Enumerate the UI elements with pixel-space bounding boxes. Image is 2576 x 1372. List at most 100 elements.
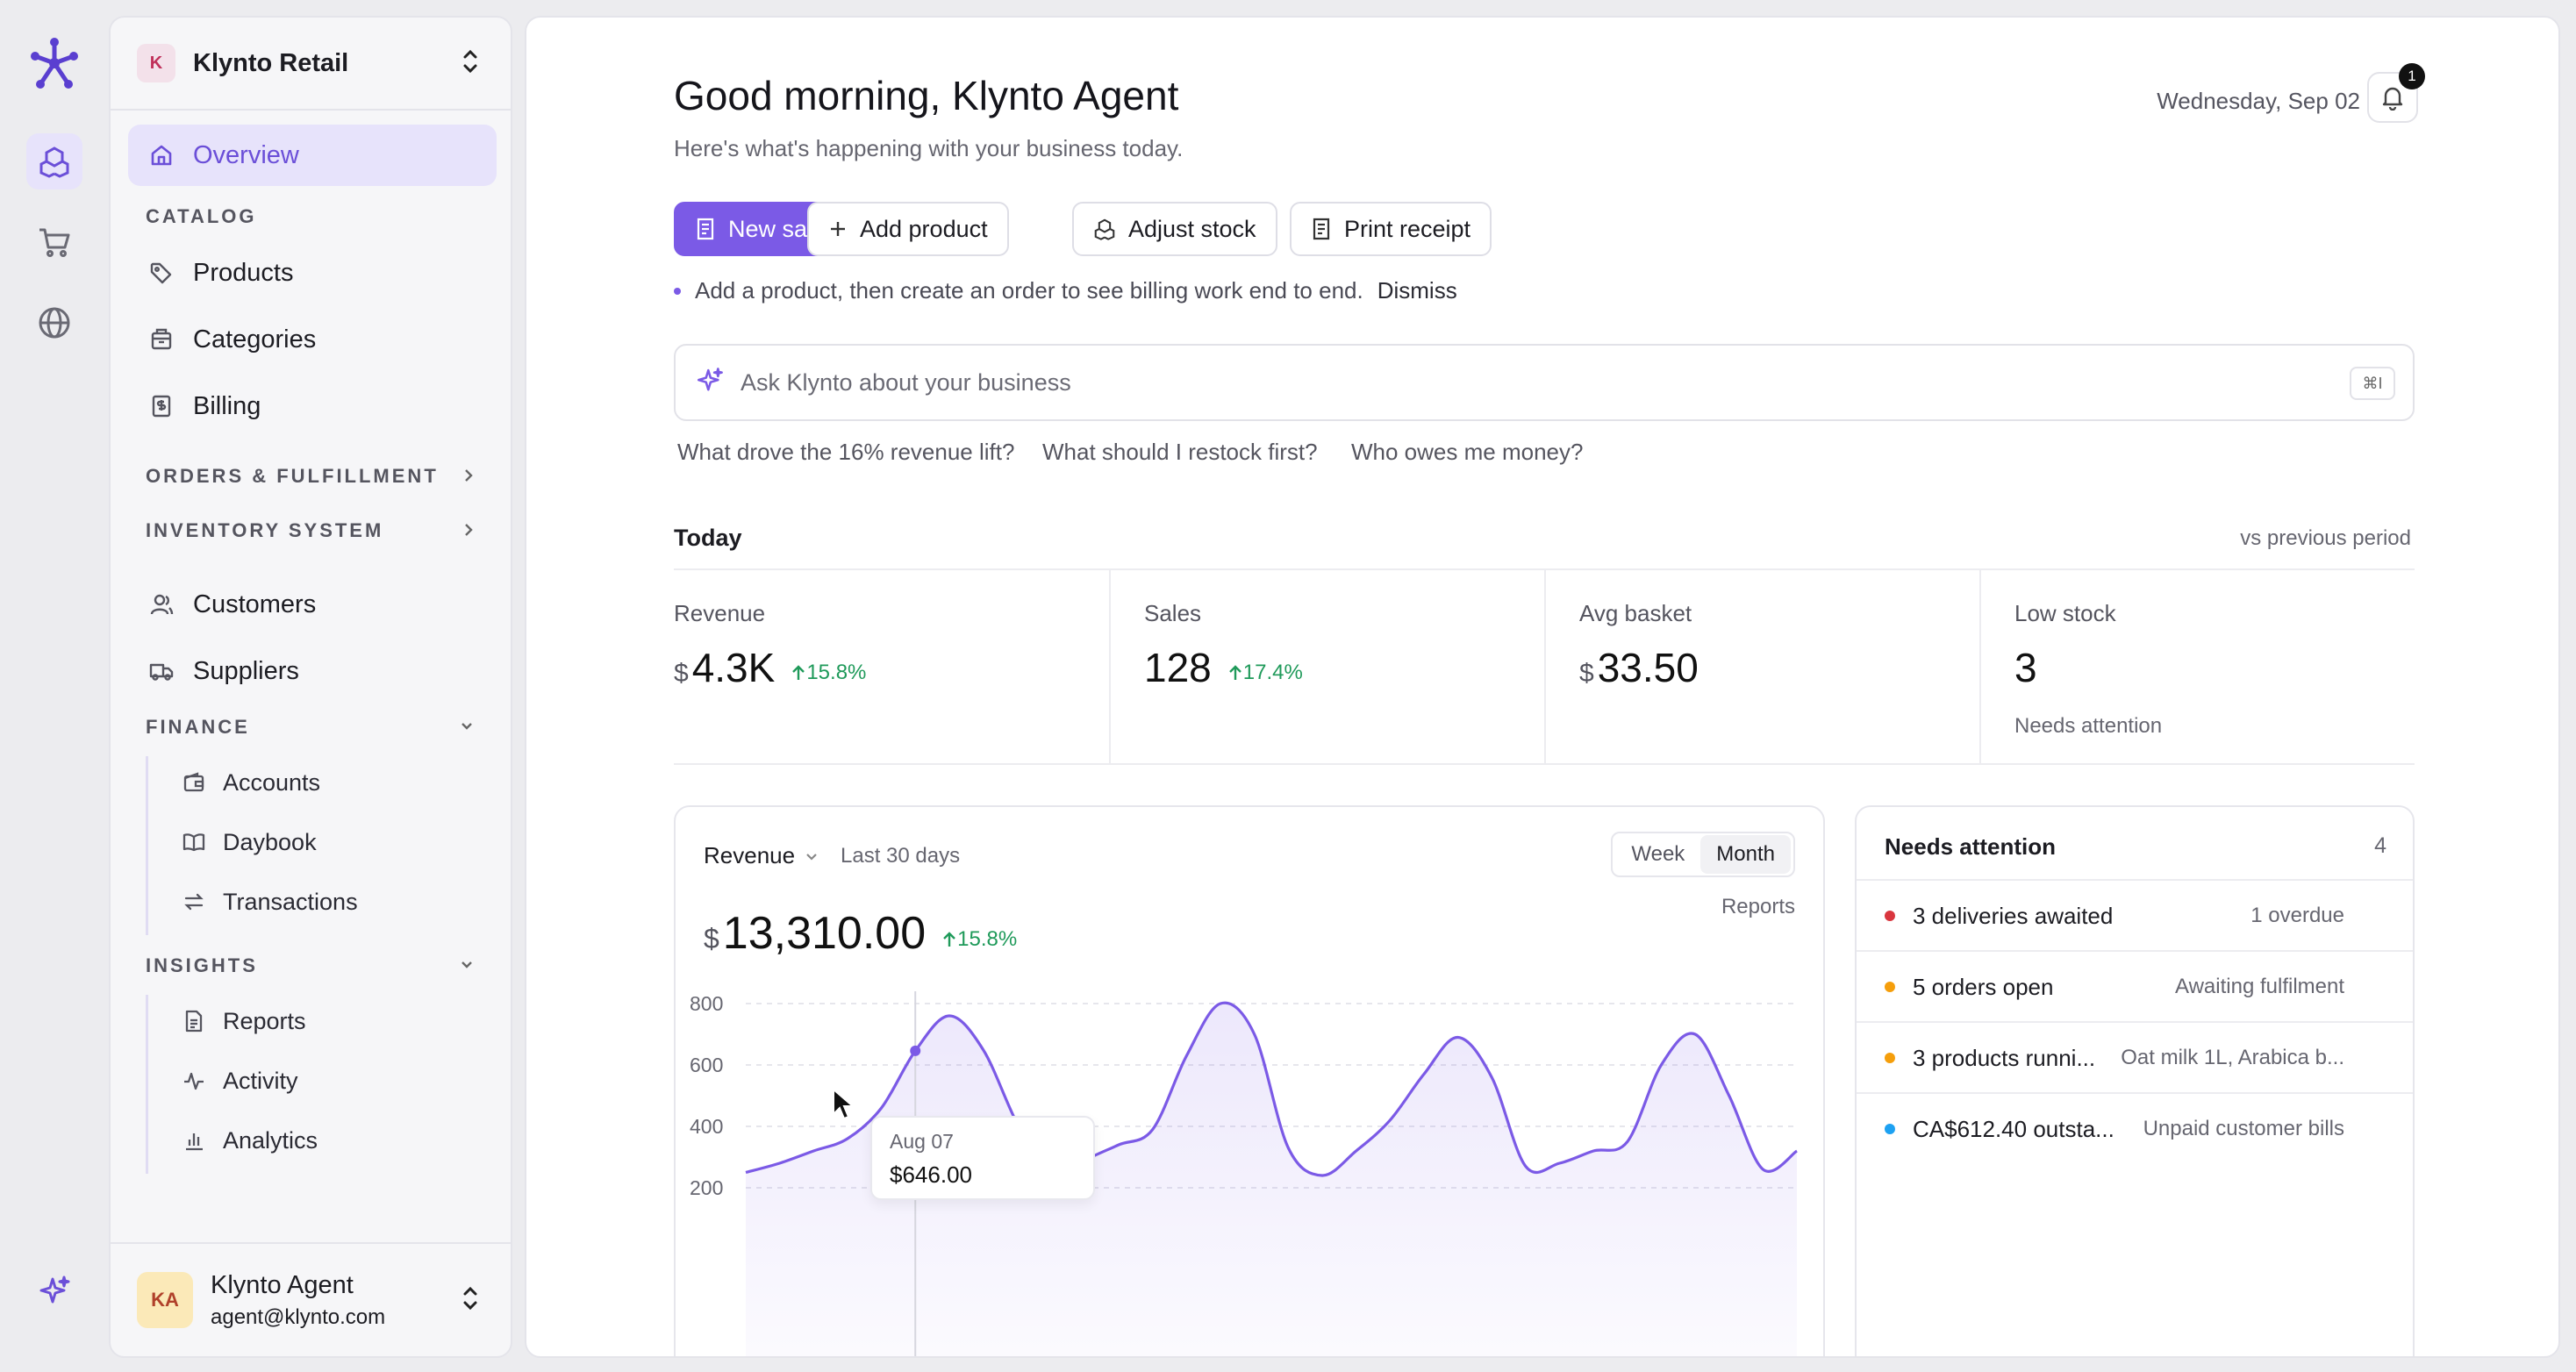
value-text: 128 bbox=[1144, 645, 1212, 690]
sidebar-item-suppliers[interactable]: Suppliers bbox=[128, 640, 497, 702]
revenue-card: Revenue Last 30 days Week Month Reports … bbox=[674, 805, 1825, 1358]
sidebar-item-overview[interactable]: Overview bbox=[128, 125, 497, 186]
kpi-label: Avg basket bbox=[1579, 600, 1692, 626]
truck-icon bbox=[147, 657, 175, 685]
revenue-delta: 15.8% bbox=[941, 927, 1017, 952]
status-dot bbox=[1885, 1124, 1895, 1134]
globe-icon[interactable] bbox=[26, 295, 82, 351]
attention-text: 3 products runni... bbox=[1913, 1044, 2096, 1071]
avatar: KA bbox=[137, 1272, 193, 1328]
attention-count: 4 bbox=[2374, 833, 2386, 858]
receipt-icon bbox=[695, 218, 716, 240]
sidebar-item-label: Accounts bbox=[223, 768, 321, 796]
sidebar-item-analytics[interactable]: Analytics bbox=[181, 1114, 318, 1167]
section-finance[interactable]: FINANCE bbox=[146, 716, 250, 739]
attention-item[interactable]: 3 products runni... Oat milk 1L, Arabica … bbox=[1857, 1021, 2413, 1093]
attention-item[interactable]: CA$612.40 outsta... Unpaid customer bills bbox=[1857, 1092, 2413, 1164]
ask-ai-input[interactable]: Ask Klynto about your business ⌘I bbox=[674, 344, 2415, 421]
attention-meta: Oat milk 1L, Arabica b... bbox=[2121, 1046, 2344, 1069]
hover-point bbox=[910, 1045, 921, 1056]
toggle-month[interactable]: Month bbox=[1700, 835, 1791, 874]
inventory-app-icon[interactable] bbox=[26, 133, 82, 189]
total-value: 13,310.00 bbox=[722, 908, 927, 959]
ai-sparkle-icon[interactable] bbox=[26, 1263, 82, 1319]
kpi-low-stock[interactable]: Low stock 3 Needs attention bbox=[2014, 570, 2415, 763]
revenue-chart[interactable]: 200 400 600 800 bbox=[676, 991, 1823, 1358]
app-logo-icon[interactable] bbox=[26, 35, 82, 91]
chevron-down-icon[interactable] bbox=[458, 954, 476, 980]
reports-link[interactable]: Reports bbox=[1721, 895, 1795, 919]
sidebar-item-accounts[interactable]: Accounts bbox=[181, 756, 320, 809]
dismiss-link[interactable]: Dismiss bbox=[1377, 277, 1457, 304]
currency-symbol: $ bbox=[704, 923, 719, 954]
sidebar-item-activity[interactable]: Activity bbox=[181, 1054, 298, 1107]
value-text: 3 bbox=[2014, 645, 2037, 690]
suggestion-chip[interactable]: Who owes me money? bbox=[1351, 439, 1583, 466]
document-icon bbox=[181, 1008, 207, 1034]
workspace-switcher[interactable]: K Klynto Retail bbox=[111, 18, 511, 111]
bar-chart-icon bbox=[181, 1127, 207, 1154]
print-receipt-button[interactable]: Print receipt bbox=[1290, 202, 1492, 256]
arrows-exchange-icon bbox=[181, 889, 207, 915]
section-label: FINANCE bbox=[146, 716, 250, 738]
receipt-icon bbox=[1311, 218, 1332, 240]
kpi-delta: 15.8% bbox=[791, 661, 866, 685]
button-label: Print receipt bbox=[1344, 215, 1471, 242]
attention-item[interactable]: 5 orders open Awaiting fulfilment bbox=[1857, 950, 2413, 1022]
chevron-right-icon[interactable] bbox=[462, 465, 476, 490]
kpi-subtext: Needs attention bbox=[2014, 714, 2163, 738]
cart-icon[interactable] bbox=[26, 214, 82, 270]
sidebar-item-transactions[interactable]: Transactions bbox=[181, 875, 358, 928]
delta-text: 15.8% bbox=[806, 661, 867, 684]
attention-item[interactable]: 3 deliveries awaited 1 overdue bbox=[1857, 879, 2413, 951]
section-inventory-system[interactable]: INVENTORY SYSTEM bbox=[146, 519, 383, 542]
section-catalog: CATALOG bbox=[146, 205, 257, 227]
range-label[interactable]: Last 30 days bbox=[841, 844, 960, 868]
user-menu[interactable]: KA Klynto Agent agent@klynto.com bbox=[111, 1242, 511, 1356]
sidebar: K Klynto Retail Overview CATALOG Product… bbox=[109, 16, 512, 1358]
chevron-right-icon[interactable] bbox=[462, 519, 476, 545]
hint-text: Add a product, then create an order to s… bbox=[695, 277, 1363, 304]
section-insights[interactable]: INSIGHTS bbox=[146, 954, 258, 977]
sidebar-item-customers[interactable]: Customers bbox=[128, 574, 497, 635]
sidebar-item-products[interactable]: Products bbox=[128, 242, 497, 304]
toggle-week[interactable]: Week bbox=[1615, 835, 1700, 874]
arrow-up-icon bbox=[1228, 665, 1241, 680]
attention-text: 3 deliveries awaited bbox=[1913, 902, 2114, 929]
compare-label: vs previous period bbox=[2240, 526, 2411, 550]
chevron-updown-icon[interactable] bbox=[460, 1284, 481, 1317]
chevron-down-icon[interactable] bbox=[458, 716, 476, 741]
attention-meta: Unpaid customer bills bbox=[2143, 1117, 2344, 1140]
chart-tooltip: Aug 07 $646.00 bbox=[870, 1116, 1095, 1200]
notifications-button[interactable]: 1 bbox=[2367, 63, 2425, 123]
kpi-avg-basket[interactable]: Avg basket $ 33.50 bbox=[1579, 570, 1979, 763]
sidebar-item-daybook[interactable]: Daybook bbox=[181, 816, 317, 868]
metric-selector[interactable]: Revenue bbox=[704, 842, 819, 869]
attention-text: 5 orders open bbox=[1913, 973, 2054, 1000]
kpi-revenue[interactable]: Revenue $ 4.3K 15.8% bbox=[674, 570, 1109, 763]
icon-rail bbox=[0, 0, 109, 1372]
chevron-updown-icon[interactable] bbox=[460, 47, 481, 80]
sidebar-item-categories[interactable]: Categories bbox=[128, 309, 497, 370]
sidebar-item-reports[interactable]: Reports bbox=[181, 995, 306, 1047]
y-tick-label: 200 bbox=[690, 1176, 723, 1199]
adjust-stock-button[interactable]: Adjust stock bbox=[1072, 202, 1277, 256]
sidebar-item-billing[interactable]: Billing bbox=[128, 375, 497, 437]
suggestion-chip[interactable]: What should I restock first? bbox=[1042, 439, 1318, 466]
kpi-sales[interactable]: Sales 128 17.4% bbox=[1144, 570, 1544, 763]
user-email: agent@klynto.com bbox=[211, 1304, 386, 1329]
y-tick-label: 800 bbox=[690, 992, 723, 1015]
ask-placeholder: Ask Klynto about your business bbox=[741, 368, 1071, 396]
suggestion-chip[interactable]: What drove the 16% revenue lift? bbox=[677, 439, 1014, 466]
kpi-label: Sales bbox=[1144, 600, 1202, 626]
sidebar-item-label: Customers bbox=[193, 590, 317, 618]
hint-dot bbox=[674, 287, 681, 295]
tooltip-value: $646.00 bbox=[890, 1161, 972, 1188]
section-orders-fulfillment[interactable]: ORDERS & FULFILLMENT bbox=[146, 465, 439, 488]
user-icon bbox=[147, 590, 175, 618]
bell-icon bbox=[2382, 87, 2403, 111]
add-product-button[interactable]: Add product bbox=[807, 202, 1009, 256]
sidebar-item-label: Daybook bbox=[223, 828, 317, 855]
kpi-label: Low stock bbox=[2014, 600, 2116, 626]
sidebar-item-label: Transactions bbox=[223, 888, 358, 915]
